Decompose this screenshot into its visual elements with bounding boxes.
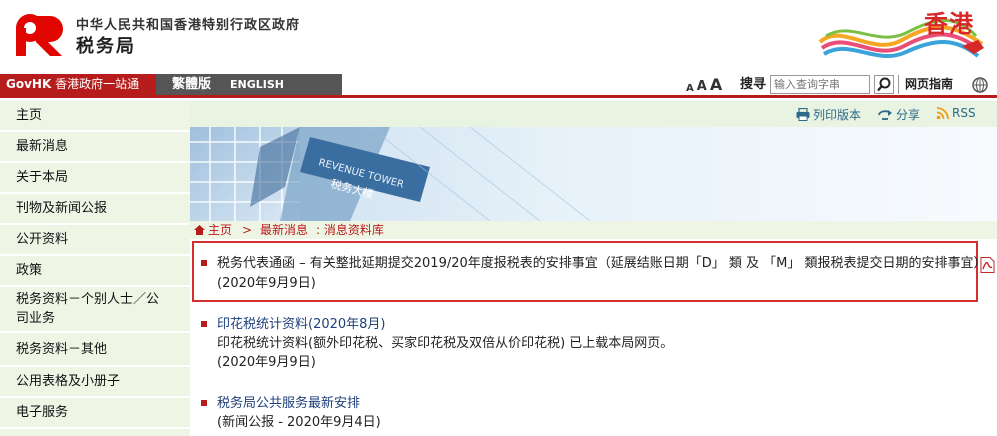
sidebar-item-publications[interactable]: 刊物及新闻公报: [0, 194, 190, 225]
sidebar-item-home[interactable]: 主页: [0, 101, 190, 132]
search-label: 搜寻: [740, 77, 767, 92]
govhk-prefix: GovHK: [6, 77, 52, 91]
print-link[interactable]: 列印版本: [796, 106, 861, 123]
ird-logo-icon[interactable]: [14, 12, 66, 58]
rss-link[interactable]: RSS: [936, 106, 976, 120]
breadcrumb-separator: >: [242, 223, 253, 237]
sidebar-item-label: 刊物及新闻公报: [16, 201, 108, 216]
sidebar-item-news[interactable]: 最新消息: [0, 132, 190, 163]
revenue-tower-building-icon: REVENUE TOWER 税务大楼: [190, 127, 591, 221]
breadcrumb-current: : 消息资料库: [316, 223, 384, 237]
font-size-controls: A A A: [686, 75, 722, 94]
bullet-icon: [201, 321, 207, 327]
lang-english-link[interactable]: ENGLISH: [230, 74, 284, 95]
lang-traditional-link[interactable]: 繁體版: [172, 74, 211, 95]
main-content: 列印版本 分享 RSS REVENUE TOWER 税务大楼 主页 > 最新消息…: [190, 101, 997, 436]
sidebar-item-label: 税务资料－个别人士／公: [16, 292, 160, 307]
sidebar-item-label: 主页: [16, 108, 43, 123]
sidebar-item-label: 电子服务: [16, 405, 69, 420]
list-item: 税务局公共服务最新安排 (新闻公报 - 2020年9月4日): [190, 394, 970, 434]
sidebar-item-public-info[interactable]: 公开资料: [0, 225, 190, 256]
banner-image: REVENUE TOWER 税务大楼: [190, 127, 997, 221]
sidebar-item-tax-other[interactable]: 税务资料－其他: [0, 333, 190, 367]
rss-icon: [936, 106, 949, 119]
site-header: 中华人民共和国香港特别行政区政府 税务局 香港: [0, 0, 997, 74]
sidebar-item-label: 公用表格及小册子: [16, 374, 121, 389]
bullet-icon: [201, 260, 207, 266]
share-label: 分享: [896, 108, 921, 122]
news-title-link[interactable]: 税务局公共服务最新安排: [217, 394, 360, 413]
news-title-link[interactable]: 税务代表通函 – 有关整批延期提交2019/20年度报税表的安排事宜（延展结账日…: [217, 254, 987, 273]
print-label: 列印版本: [813, 108, 862, 122]
bullet-icon: [201, 400, 207, 406]
font-size-medium-button[interactable]: A: [697, 79, 707, 94]
sidebar-item-label: 公开资料: [16, 232, 69, 247]
search-button[interactable]: [874, 75, 894, 94]
govhk-text: 香港政府一站通: [55, 77, 140, 91]
sidebar-item-forms[interactable]: 公用表格及小册子: [0, 367, 190, 398]
news-date: (2020年9月9日): [217, 355, 316, 370]
news-date: (2020年9月9日): [217, 276, 316, 291]
font-size-small-button[interactable]: A: [686, 83, 694, 94]
top-navigation-bar: GovHK 香港政府一站通 繁體版 ENGLISH A A A 搜寻 网页指南: [0, 74, 997, 98]
sidebar-item-label: 税务资料－其他: [16, 341, 108, 357]
news-description: 印花税统计资料(额外印花税、买家印花税及双倍从价印花税) 已上载本局网页。: [217, 336, 674, 351]
utility-bar: 列印版本 分享 RSS: [190, 101, 997, 127]
sidebar-item-label: 关于本局: [16, 170, 69, 185]
home-icon: [194, 225, 205, 235]
site-guide-link[interactable]: 网页指南: [898, 75, 953, 94]
sidebar-item-label: 司业务: [16, 311, 56, 326]
list-item: 税务代表通函 – 有关整批延期提交2019/20年度报税表的安排事宜（延展结账日…: [190, 254, 987, 294]
news-date: (新闻公报 - 2020年9月4日): [217, 415, 381, 430]
government-name: 中华人民共和国香港特别行政区政府: [76, 18, 301, 33]
printer-icon: [796, 108, 810, 121]
breadcrumb: 主页 > 最新消息 : 消息资料库: [190, 221, 997, 239]
search-icon: [877, 77, 891, 92]
sidebar-item-label: 政策: [16, 263, 43, 278]
font-size-large-button[interactable]: A: [710, 75, 722, 94]
share-icon: [878, 110, 892, 120]
brand-hong-kong-text: 香港: [924, 10, 974, 38]
sidebar-item-label: 最新消息: [16, 139, 69, 154]
language-switcher: 繁體版 ENGLISH: [156, 74, 342, 95]
search-input[interactable]: [770, 75, 870, 94]
sidebar-item-eservices[interactable]: 电子服务: [0, 398, 190, 429]
news-title-link[interactable]: 印花税统计资料(2020年8月): [217, 315, 386, 334]
department-name[interactable]: 税务局: [76, 32, 136, 58]
rss-label: RSS: [952, 106, 976, 120]
sidebar-item-tax-individuals[interactable]: 税务资料－个别人士／公 司业务: [0, 287, 190, 333]
breadcrumb-news-link[interactable]: 最新消息: [260, 221, 308, 239]
share-link[interactable]: 分享: [878, 106, 920, 123]
sidebar-item-about[interactable]: 关于本局: [0, 163, 190, 194]
govhk-link[interactable]: GovHK 香港政府一站通: [0, 74, 156, 95]
breadcrumb-home-link[interactable]: 主页: [208, 221, 232, 239]
sidebar-navigation: 主页 最新消息 关于本局 刊物及新闻公报 公开资料 政策 税务资料－个别人士／公…: [0, 101, 190, 436]
sitemap-icon[interactable]: [972, 77, 988, 93]
pdf-icon[interactable]: [980, 257, 995, 273]
sidebar-item-policy[interactable]: 政策: [0, 256, 190, 287]
list-item: 印花税统计资料(2020年8月) 印花税统计资料(额外印花税、买家印花税及双倍从…: [190, 315, 970, 375]
